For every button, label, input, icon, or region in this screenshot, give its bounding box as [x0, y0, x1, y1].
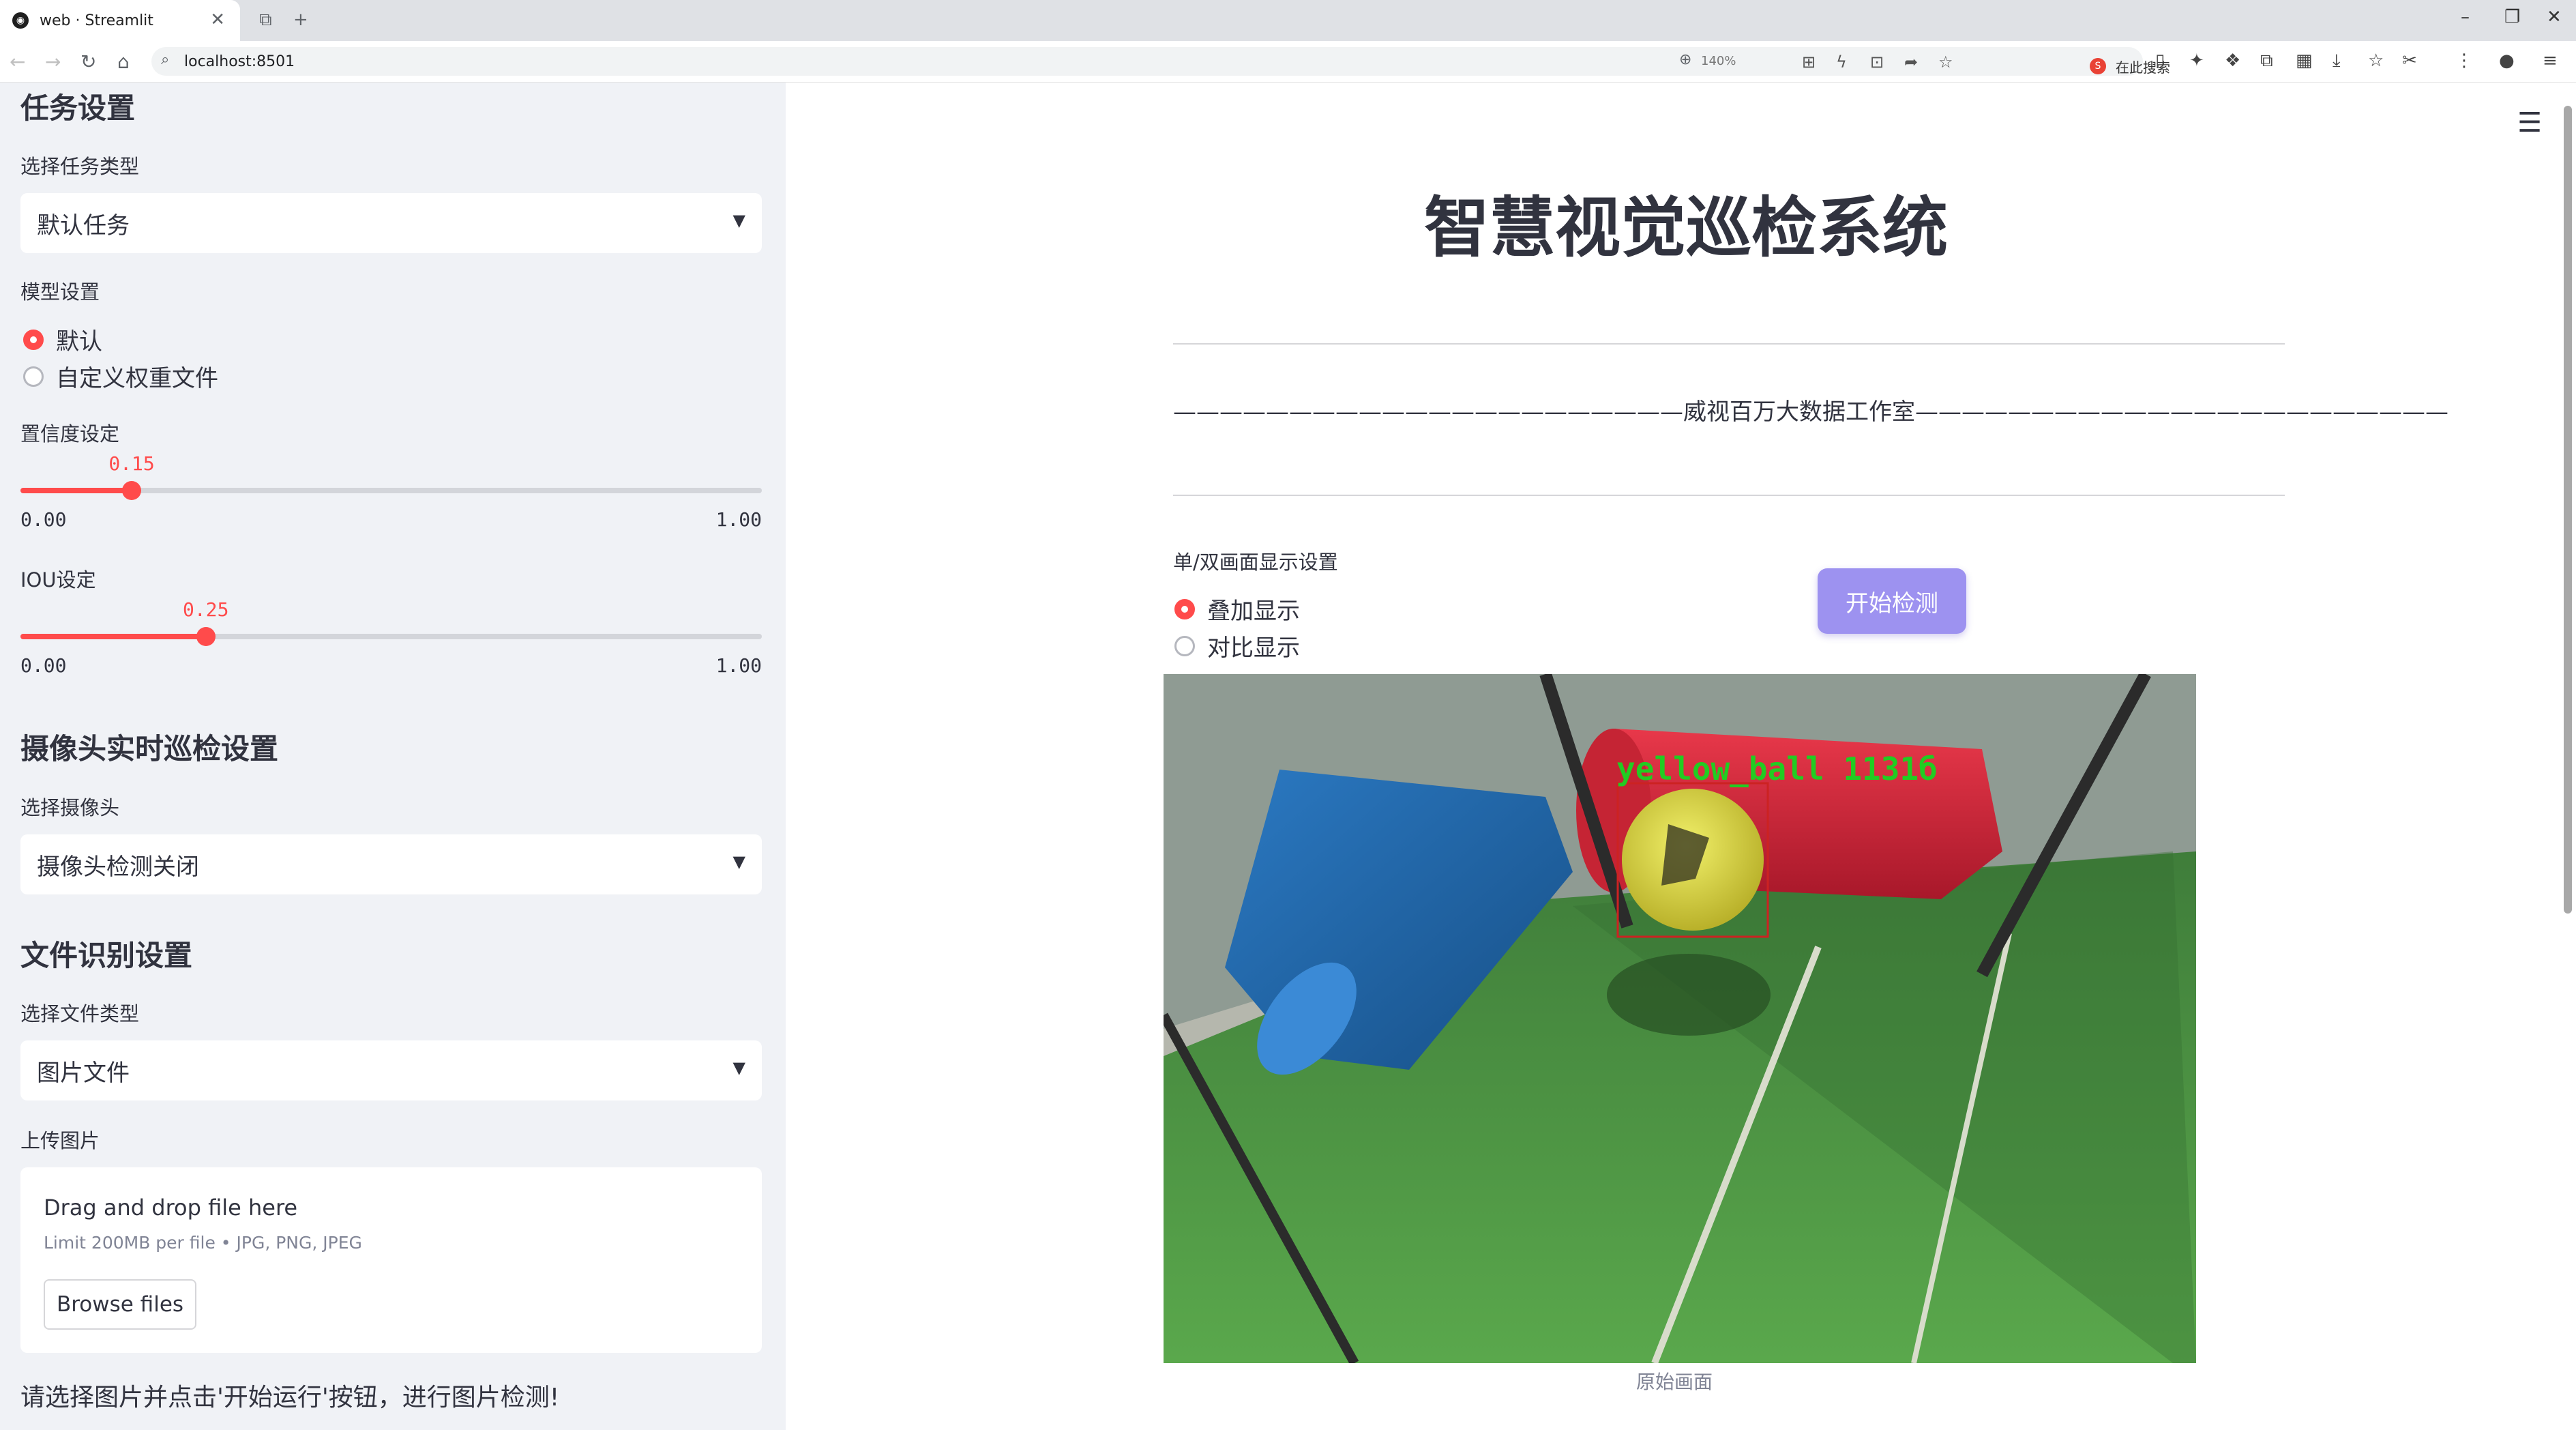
slider-thumb[interactable] — [196, 627, 216, 646]
slider-current-value: 0.25 — [183, 598, 229, 621]
browser-menu-icon[interactable]: ≡ — [2543, 50, 2558, 71]
model-settings-label: 模型设置 — [20, 280, 100, 304]
task-type-label: 选择任务类型 — [20, 155, 140, 178]
scissors-icon[interactable]: ✂ — [2402, 50, 2417, 71]
extension-spark-icon[interactable]: ✦ — [2189, 50, 2204, 71]
iou-label: IOU设定 — [20, 568, 96, 592]
browser-tab[interactable]: ◉ web · Streamlit ✕ — [0, 0, 240, 41]
search-icon: ⌕ — [161, 51, 170, 68]
slider-max: 1.00 — [715, 654, 762, 677]
search-engine-logo-icon: S — [2090, 58, 2106, 74]
download-icon[interactable]: ⤓ — [2333, 50, 2341, 72]
browse-files-button[interactable]: Browse files — [44, 1279, 196, 1330]
file-dropzone[interactable]: Drag and drop file here Limit 200MB per … — [20, 1167, 762, 1353]
zoom-icon[interactable]: ⊕ — [1679, 51, 1691, 68]
start-detection-button[interactable]: 开始检测 — [1818, 568, 1966, 634]
model-radio-custom[interactable]: 自定义权重文件 — [23, 360, 218, 393]
chevron-down-icon: ▼ — [732, 852, 745, 871]
slider-min: 0.00 — [20, 508, 67, 531]
tab-group-icon[interactable]: ⧉ — [259, 10, 272, 31]
file-type-value: 图片文件 — [37, 1059, 130, 1087]
radio-unselected-icon — [1174, 635, 1195, 656]
display-radio-overlay[interactable]: 叠加显示 — [1174, 592, 1300, 626]
image-caption: 原始画面 — [1636, 1371, 1713, 1393]
radio-unselected-icon — [23, 366, 44, 387]
slider-min: 0.00 — [20, 654, 67, 677]
page-title: 智慧视觉巡检系统 — [1424, 190, 1948, 266]
reload-icon[interactable]: ↻ — [80, 50, 96, 73]
ball-shadow — [1607, 954, 1771, 1036]
slider-thumb[interactable] — [122, 481, 142, 500]
display-option-label: 对比显示 — [1207, 634, 1300, 662]
file-type-select[interactable]: 图片文件 ▼ — [20, 1040, 762, 1100]
display-radio-compare[interactable]: 对比显示 — [1174, 629, 1300, 662]
confidence-label: 置信度设定 — [20, 422, 120, 446]
slider-max: 1.00 — [715, 508, 762, 531]
back-icon[interactable]: ← — [10, 50, 25, 73]
camera-settings-heading: 摄像头实时巡检设置 — [20, 732, 279, 765]
display-option-label: 叠加显示 — [1207, 598, 1300, 625]
home-icon[interactable]: ⌂ — [117, 50, 130, 73]
detection-label: yellow_ball 1131б — [1616, 750, 1938, 787]
extension-chart-icon[interactable]: ▦ — [2296, 50, 2313, 71]
studio-line: ——————————————————————威视百万大数据工作室————————… — [1173, 398, 2448, 426]
dropzone-limit: Limit 200MB per file • JPG, PNG, JPEG — [44, 1233, 362, 1253]
camera-select-label: 选择摄像头 — [20, 796, 120, 819]
forward-icon[interactable]: → — [45, 50, 61, 73]
model-radio-default[interactable]: 默认 — [23, 323, 102, 356]
task-settings-heading: 任务设置 — [20, 91, 136, 125]
divider — [1173, 343, 2285, 345]
sidebar-hint: 请选择图片并点击'开始运行'按钮，进行图片检测! — [20, 1384, 560, 1412]
new-tab-icon[interactable]: + — [293, 10, 308, 30]
more-vert-icon[interactable]: ⋮ — [2455, 50, 2473, 71]
divider — [1173, 495, 2285, 496]
chevron-down-icon: ▼ — [732, 211, 745, 230]
camera-select[interactable]: 摄像头检测关闭 ▼ — [20, 834, 762, 894]
minimize-icon[interactable]: – — [2461, 7, 2470, 27]
screenshot-icon[interactable]: ⊡ — [1870, 53, 1884, 72]
chevron-down-icon: ▼ — [732, 1058, 745, 1077]
task-type-select[interactable]: 默认任务 ▼ — [20, 193, 762, 253]
display-mode-label: 单/双画面显示设置 — [1173, 551, 1338, 574]
streamlit-favicon-icon: ◉ — [12, 12, 29, 29]
main-content: ☰ 智慧视觉巡检系统 ——————————————————————威视百万大数据… — [786, 83, 2576, 1430]
zoom-level: 140% — [1701, 54, 1736, 68]
extension-translate-icon[interactable]: ⧉ — [2260, 50, 2273, 72]
radio-selected-icon — [23, 329, 44, 350]
window-close-icon[interactable]: ✕ — [2547, 7, 2562, 27]
slider-current-value: 0.15 — [108, 452, 155, 475]
main-menu-icon[interactable]: ☰ — [2517, 107, 2542, 138]
tab-title: web · Streamlit — [40, 12, 153, 29]
profile-avatar-icon[interactable]: ● — [2499, 50, 2515, 71]
radio-selected-icon — [1174, 598, 1195, 619]
lightning-icon[interactable]: ϟ — [1836, 53, 1847, 72]
share-icon[interactable]: ➦ — [1904, 53, 1918, 72]
task-type-value: 默认任务 — [37, 211, 130, 239]
camera-select-value: 摄像头检测关闭 — [37, 853, 199, 881]
file-settings-heading: 文件识别设置 — [20, 939, 193, 972]
model-option-label: 自定义权重文件 — [56, 365, 218, 392]
sidebar: 任务设置 选择任务类型 默认任务 ▼ 模型设置 默认 自定义权重文件 置信度设定… — [0, 83, 786, 1430]
tab-close-icon[interactable]: ✕ — [210, 10, 225, 30]
slider-fill — [20, 488, 132, 493]
url-field[interactable]: ⌕ localhost:8501 ⊕ 140% ⊞ ϟ ⊡ ➦ ☆ S 在此搜索 — [151, 47, 2170, 76]
detection-result-image: yellow_ball 1131б — [1164, 674, 2196, 1363]
browser-tab-bar: ◉ web · Streamlit ✕ ⧉ + – ❐ ✕ — [0, 0, 2576, 41]
extension-cube-icon[interactable]: ❖ — [2225, 50, 2240, 71]
scrollbar[interactable] — [2564, 106, 2572, 914]
url-text: localhost:8501 — [184, 53, 295, 70]
upload-label: 上传图片 — [20, 1129, 100, 1152]
mobile-icon[interactable]: ▯ — [2155, 50, 2165, 71]
file-type-label: 选择文件类型 — [20, 1002, 140, 1025]
slider-fill — [20, 634, 206, 639]
address-bar: ← → ↻ ⌂ ⌕ localhost:8501 ⊕ 140% ⊞ ϟ ⊡ ➦ … — [0, 41, 2576, 83]
dropzone-instruction: Drag and drop file here — [44, 1195, 298, 1221]
translate-icon[interactable]: ⊞ — [1802, 53, 1816, 72]
model-option-label: 默认 — [56, 328, 102, 355]
restore-icon[interactable]: ❐ — [2504, 7, 2520, 27]
bookmark-star-icon[interactable]: ☆ — [1938, 53, 1953, 72]
favorites-icon[interactable]: ☆ — [2368, 50, 2384, 71]
